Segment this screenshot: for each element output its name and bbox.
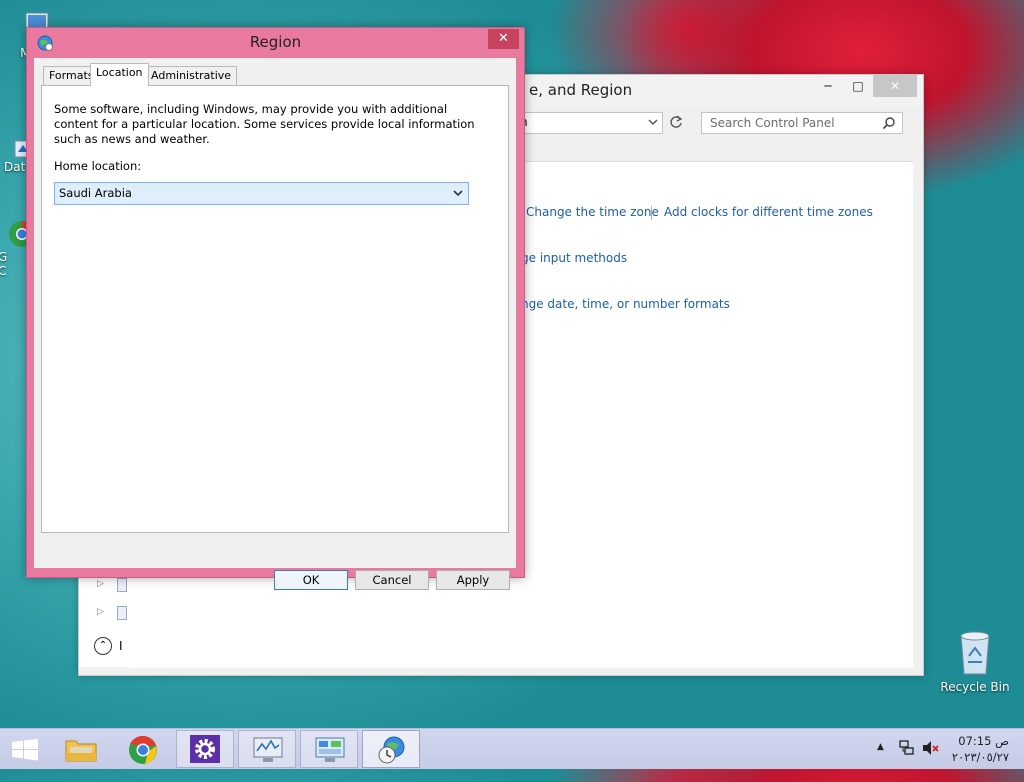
close-button[interactable]: ✕: [873, 75, 917, 97]
expand-arrow-icon[interactable]: ▷: [97, 579, 104, 589]
ok-button[interactable]: OK: [274, 570, 348, 590]
item-icon: [117, 606, 127, 620]
taskbar-performance-monitor[interactable]: [238, 730, 296, 768]
minimize-button[interactable]: ─: [813, 75, 843, 97]
location-tab-panel: Some software, including Windows, may pr…: [41, 85, 509, 533]
dialog-body: Formats Location Administrative Some sof…: [34, 58, 516, 590]
clock-time: 07:15 ص: [958, 734, 1009, 748]
taskbar-chrome[interactable]: [114, 730, 172, 768]
add-clocks-link[interactable]: Add clocks for different time zones: [664, 205, 873, 219]
formats-link[interactable]: nge date, time, or number formats: [521, 297, 730, 311]
apply-button[interactable]: Apply: [436, 570, 510, 590]
input-methods-link[interactable]: ge input methods: [521, 251, 627, 265]
change-time-zone-link[interactable]: Change the time zone: [526, 205, 659, 219]
control-panel-icon: [314, 736, 346, 767]
folder-icon: [64, 735, 98, 766]
taskbar-control-panel[interactable]: [300, 730, 358, 768]
chevron-down-icon[interactable]: [451, 185, 465, 201]
clock-date: ٢٠٢٣/٠٥/٢٧: [951, 750, 1009, 764]
globe-clock-icon: [376, 735, 408, 768]
chevron-down-icon[interactable]: [647, 114, 659, 133]
windows-icon: [11, 739, 39, 764]
up-label: I: [119, 639, 123, 653]
tray-chevron-icon[interactable]: ▲: [877, 742, 884, 782]
desktop-icon-label-line1: G: [0, 250, 8, 264]
taskbar-file-explorer[interactable]: [52, 730, 110, 768]
item-icon: [117, 578, 127, 592]
search-input[interactable]: Search Control Panel: [701, 112, 903, 134]
monitor-icon: [252, 736, 284, 767]
desktop-icon-label: Recycle Bin: [940, 680, 1010, 694]
desktop-icon-label-line2: C: [0, 264, 7, 278]
tab-location[interactable]: Location: [90, 63, 149, 86]
maximize-button[interactable]: □: [843, 75, 873, 97]
tab-administrative[interactable]: Administrative: [145, 66, 238, 85]
chrome-icon: [128, 735, 158, 768]
location-description: Some software, including Windows, may pr…: [54, 102, 475, 146]
search-icon[interactable]: [882, 116, 896, 133]
refresh-icon[interactable]: [668, 113, 684, 134]
taskbar-region[interactable]: [362, 730, 420, 768]
scroll-up-button[interactable]: ⌃: [94, 637, 112, 655]
home-location-select[interactable]: Saudi Arabia: [54, 182, 469, 205]
region-dialog: Region ✕ Formats Location Administrative…: [26, 27, 525, 590]
search-placeholder: Search Control Panel: [710, 116, 835, 130]
start-button[interactable]: [0, 730, 50, 768]
close-button[interactable]: ✕: [488, 29, 519, 49]
dialog-title: Region: [249, 33, 302, 51]
volume-muted-icon[interactable]: [921, 739, 941, 779]
recycle-bin-icon: [955, 628, 995, 678]
link-separator: [651, 206, 652, 220]
network-icon[interactable]: [898, 739, 916, 779]
gear-icon: [190, 735, 220, 763]
expand-arrow-icon[interactable]: ▷: [97, 607, 104, 617]
control-panel-title: e, and Region: [529, 81, 633, 99]
taskbar-settings[interactable]: [176, 730, 234, 768]
taskbar-clock[interactable]: 07:15 ص ٢٠٢٣/٠٥/٢٧: [952, 733, 1009, 765]
home-location-value: Saudi Arabia: [59, 186, 132, 200]
taskbar: ▲ 07:15 ص ٢٠٢٣/٠٥/٢٧: [0, 728, 1024, 769]
home-location-label: Home location:: [54, 159, 142, 173]
address-bar[interactable]: n: [509, 112, 663, 134]
cancel-button[interactable]: Cancel: [355, 570, 429, 590]
desktop-icon-recycle-bin[interactable]: Recycle Bin: [940, 628, 1010, 694]
